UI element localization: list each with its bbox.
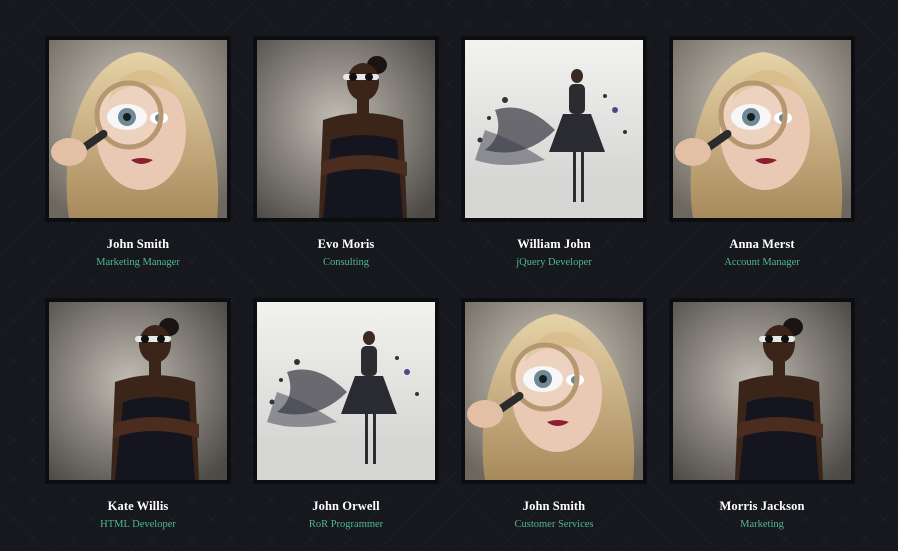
team-member-card: William John jQuery Developer <box>462 37 646 289</box>
member-role: Marketing Manager <box>96 257 180 268</box>
team-member-card: John Smith Customer Services <box>462 299 646 551</box>
member-role: Customer Services <box>514 519 594 530</box>
member-photo[interactable] <box>46 299 230 483</box>
member-role: Marketing <box>740 519 784 530</box>
team-member-card: Anna Merst Account Manager <box>670 37 854 289</box>
member-photo[interactable] <box>254 37 438 221</box>
member-photo[interactable] <box>462 37 646 221</box>
member-role: Consulting <box>322 257 370 268</box>
team-member-card: John Orwell RoR Programmer <box>254 299 438 551</box>
team-member-card: Morris Jackson Marketing <box>670 299 854 551</box>
member-photo[interactable] <box>254 299 438 483</box>
team-member-card: Evo Moris Consulting <box>254 37 438 289</box>
team-member-card: John Smith Marketing Manager <box>46 37 230 289</box>
member-name: William John <box>517 237 591 251</box>
member-photo[interactable] <box>46 37 230 221</box>
member-name: Morris Jackson <box>719 499 805 513</box>
member-name: John Orwell <box>312 499 380 513</box>
member-role: HTML Developer <box>100 519 176 530</box>
member-name: Kate Willis <box>107 499 169 513</box>
member-role: RoR Programmer <box>308 519 384 530</box>
team-member-card: Kate Willis HTML Developer <box>46 299 230 551</box>
member-name: John Smith <box>106 237 170 251</box>
member-name: John Smith <box>522 499 586 513</box>
member-photo[interactable] <box>462 299 646 483</box>
member-role: Account Manager <box>724 257 800 268</box>
member-name: Evo Moris <box>317 237 375 251</box>
member-role: jQuery Developer <box>516 257 592 268</box>
member-name: Anna Merst <box>729 237 795 251</box>
member-photo[interactable] <box>670 299 854 483</box>
team-grid: John Smith Marketing Manager Evo Moris C… <box>46 37 854 551</box>
member-photo[interactable] <box>670 37 854 221</box>
